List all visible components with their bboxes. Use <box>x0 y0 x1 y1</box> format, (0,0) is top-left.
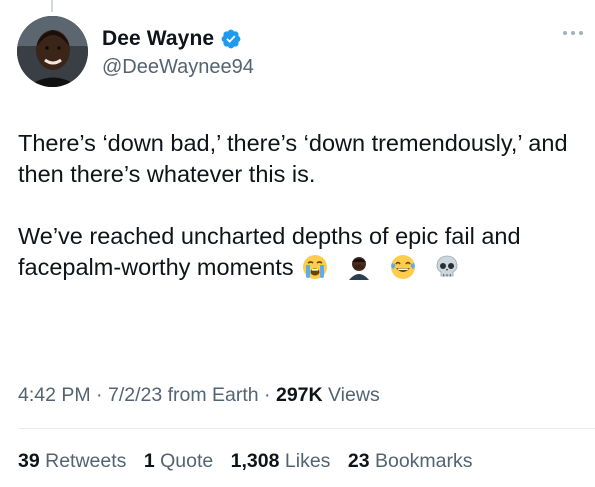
meta-separator: · <box>90 384 108 406</box>
likes-label: Likes <box>279 450 331 472</box>
tweet-paragraph-1: There’s ‘down bad,’ there’s ‘down tremen… <box>18 130 568 187</box>
divider <box>18 428 595 429</box>
bookmarks-count: 23 <box>347 450 370 472</box>
retweets-stat[interactable]: 39 Retweets <box>18 450 126 472</box>
author-handle[interactable]: @DeeWaynee94 <box>102 56 254 79</box>
engagement-stats: 39 Retweets 1 Quote 1,308 Likes 23 Bookm… <box>18 450 473 473</box>
display-name[interactable]: Dee Wayne <box>102 27 214 51</box>
bookmarks-stat[interactable]: 23 Bookmarks <box>348 450 473 472</box>
tweet-paragraph-2: We’ve reached uncharted depths of epic f… <box>18 221 583 283</box>
retweets-count: 39 <box>18 450 40 472</box>
tweet-date[interactable]: 7/2/23 <box>108 384 162 406</box>
meta-separator: · <box>258 384 276 406</box>
verified-badge-icon[interactable] <box>220 28 242 50</box>
tweet-body: There’s ‘down bad,’ there’s ‘down tremen… <box>18 128 583 283</box>
views-label: Views <box>322 384 380 406</box>
quotes-stat[interactable]: 1 Quote <box>144 450 213 472</box>
person-facepalming-icon <box>346 254 372 280</box>
skull-icon <box>434 254 460 280</box>
author-name-row: Dee Wayne <box>102 27 242 51</box>
loudly-crying-face-icon <box>302 254 328 280</box>
views-count: 297K <box>275 384 323 406</box>
bookmarks-label: Bookmarks <box>369 450 473 472</box>
tweet-meta: 4:42 PM · 7/2/23 from Earth · 297K Views <box>18 384 380 407</box>
emoji-group <box>302 254 460 280</box>
thread-connector-line <box>51 0 53 12</box>
tweet-source: from Earth <box>162 384 259 406</box>
quotes-label: Quote <box>154 450 214 472</box>
avatar[interactable] <box>17 16 88 87</box>
likes-count: 1,308 <box>230 450 280 472</box>
face-with-tears-of-joy-icon <box>390 254 416 280</box>
retweets-label: Retweets <box>39 450 127 472</box>
quotes-count: 1 <box>143 450 155 472</box>
likes-stat[interactable]: 1,308 Likes <box>231 450 331 472</box>
tweet-time[interactable]: 4:42 PM <box>18 384 91 406</box>
avatar-image <box>17 16 88 87</box>
more-dots-icon[interactable] <box>563 28 585 38</box>
